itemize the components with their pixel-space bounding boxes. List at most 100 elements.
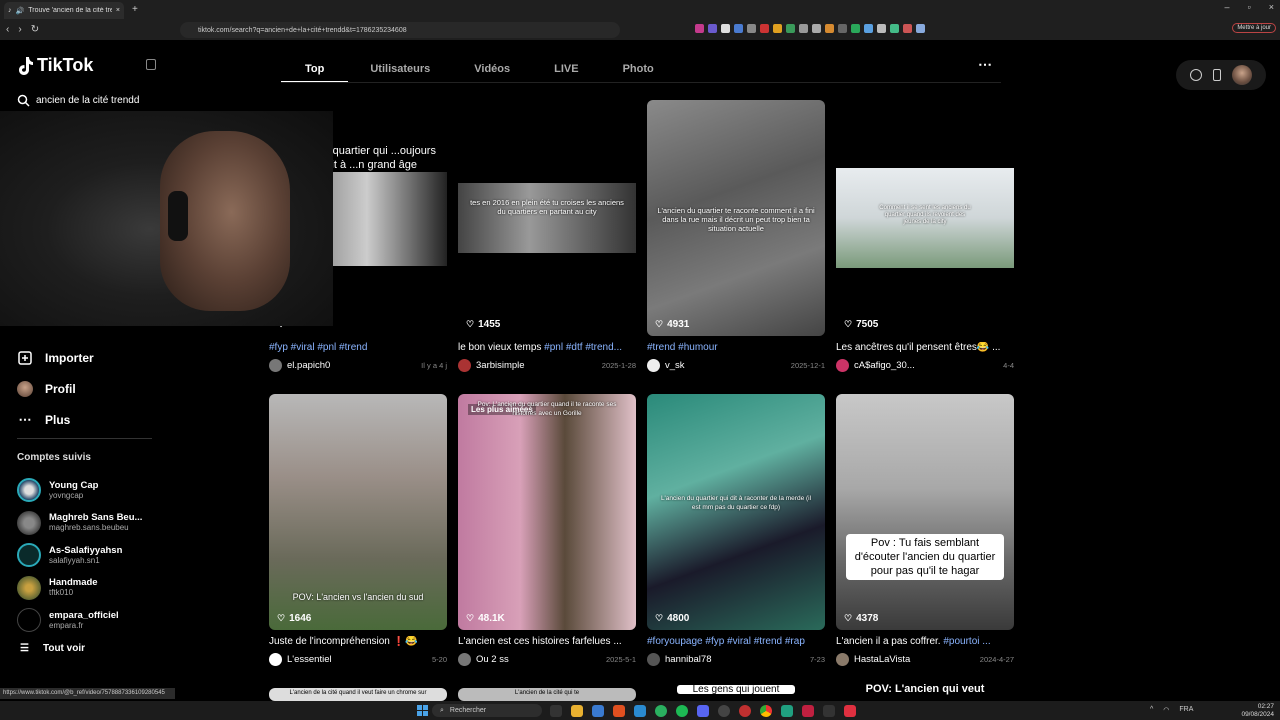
see-all-button[interactable]: ☰ Tout voir [20,643,85,654]
following-item[interactable]: As-Salafiyyahsn salafiyyah.sn1 [17,539,217,572]
video-description[interactable]: #fyp #viral #pnl #trend [269,342,447,355]
extension-icon[interactable] [734,24,743,33]
video-description[interactable]: L'ancien il a pas coffrer. #pourtoi ... [836,636,1014,649]
avatar[interactable] [836,359,849,372]
taskbar-search[interactable]: ⌕ Rechercher [432,704,542,717]
maximize-icon[interactable]: ▫ [1248,2,1251,12]
following-item[interactable]: Handmade tftk010 [17,572,217,605]
minimize-icon[interactable]: – [1225,2,1230,12]
search-input[interactable]: ancien de la cité trendd [11,86,161,114]
app-icon[interactable] [634,705,646,717]
language-indicator[interactable]: FRA [1179,706,1193,714]
tab-top[interactable]: Top [281,55,349,83]
windows-start-icon[interactable] [417,705,428,716]
video-description[interactable]: #trend #humour [647,342,825,355]
opera-icon[interactable] [739,705,751,717]
close-tab-icon[interactable]: × [116,7,120,14]
video-description[interactable]: Les ancêtres qu'il pensent êtres😂 ... [836,342,1014,355]
video-card[interactable]: L'ancien de la cité qui te [458,688,636,701]
video-card[interactable]: Comment il se sent les anciens du quarti… [836,100,1014,372]
extension-icon[interactable] [773,24,782,33]
app-icon[interactable] [781,705,793,717]
explore-icon[interactable] [1189,69,1202,81]
extension-icon[interactable] [825,24,834,33]
author-name[interactable]: HastaLaVista [854,654,975,665]
sidebar-item-profil[interactable]: Profil [17,373,94,404]
collapse-sidebar-icon[interactable] [146,59,156,70]
video-thumbnail[interactable]: Les plus aimées Pov: L'ancien du quartie… [458,394,636,630]
tab-users[interactable]: Utilisateurs [348,55,452,83]
video-card[interactable]: POV: L'ancien vs l'ancien du sud ♡ 1646 J… [269,394,447,666]
extension-icon[interactable] [877,24,886,33]
avatar[interactable] [836,653,849,666]
video-thumbnail[interactable]: L'ancien du quartier qui dit à raconter … [647,394,825,630]
extension-icon[interactable] [786,24,795,33]
update-button[interactable]: Mettre à jour [1232,23,1276,33]
reload-icon[interactable]: ↻ [31,24,39,35]
video-thumbnail[interactable]: Comment il se sent les anciens du quarti… [836,100,1014,336]
extension-icon[interactable] [890,24,899,33]
video-card[interactable]: L'ancien du quartier qui dit à raconter … [647,394,825,666]
spotify-icon[interactable] [676,705,688,717]
forward-icon[interactable]: › [18,24,21,35]
extension-icon[interactable] [721,24,730,33]
author-name[interactable]: L'essentiel [287,654,427,665]
following-item[interactable]: empara_officiel empara.fr [17,604,217,637]
video-description[interactable]: le bon vieux temps #pnl #dtf #trend... [458,342,636,355]
app-icon[interactable] [823,705,835,717]
video-description[interactable]: #foryoupage #fyp #viral #trend #rap [647,636,825,649]
extension-icon[interactable] [864,24,873,33]
whatsapp-icon[interactable] [655,705,667,717]
discord-icon[interactable] [697,705,709,717]
avatar[interactable] [269,359,282,372]
extension-icon[interactable] [916,24,925,33]
sidebar-item-plus[interactable]: ⋯ Plus [17,404,94,435]
extension-icon[interactable] [747,24,756,33]
sidebar-item-importer[interactable]: Importer [17,342,94,373]
brave-icon[interactable] [613,705,625,717]
extension-icon[interactable] [812,24,821,33]
video-thumbnail[interactable]: L'ancien de la cité quand il veut faire … [269,688,447,701]
extension-icon[interactable] [799,24,808,33]
more-options-icon[interactable]: ⋯ [978,56,992,73]
tab-live[interactable]: LIVE [532,55,600,83]
extension-icon[interactable] [851,24,860,33]
video-thumbnail[interactable]: L'ancien de la cité qui te [458,688,636,701]
back-icon[interactable]: ‹ [6,24,9,35]
wifi-icon[interactable]: ◠ [1163,706,1169,714]
app-icon[interactable] [592,705,604,717]
avatar[interactable] [647,359,660,372]
tab-photo[interactable]: Photo [601,55,676,83]
video-card[interactable]: POV: L'ancien qui veut [836,682,1014,701]
avatar[interactable] [458,359,471,372]
url-bar[interactable]: tiktok.com/search?q=ancien+de+la+cité+tr… [180,22,620,38]
avatar[interactable] [647,653,660,666]
video-thumbnail[interactable]: POV: L'ancien vs l'ancien du sud ♡ 1646 [269,394,447,630]
author-name[interactable]: 3arbisimple [476,360,597,371]
mobile-app-icon[interactable] [1212,69,1221,81]
browser-tab[interactable]: ♪ 🔊 Trouve 'ancien de la cité tren... × [4,2,124,19]
chevron-up-icon[interactable]: ^ [1150,706,1153,714]
author-name[interactable]: hannibal78 [665,654,805,665]
video-card[interactable]: Les plus aimées Pov: L'ancien du quartie… [458,394,636,666]
following-item[interactable]: Young Cap yovngcap [17,474,217,507]
close-window-icon[interactable]: × [1269,2,1274,12]
extension-icon[interactable] [760,24,769,33]
video-thumbnail[interactable]: Les gens qui jouent [647,682,825,701]
avatar[interactable] [269,653,282,666]
video-thumbnail[interactable]: L'ancien du quartier te raconte comment … [647,100,825,336]
video-thumbnail[interactable]: POV: L'ancien qui veut [836,682,1014,701]
app-icon[interactable] [802,705,814,717]
video-description[interactable]: L'ancien est ces histoires farfelues ... [458,636,636,649]
extension-icon[interactable] [838,24,847,33]
app-icon[interactable] [844,705,856,717]
tab-videos[interactable]: Vidéos [452,55,532,83]
video-card[interactable]: L'ancien du quartier te raconte comment … [647,100,825,372]
extension-icon[interactable] [903,24,912,33]
avatar[interactable] [458,653,471,666]
following-item[interactable]: Maghreb Sans Beu... maghreb.sans.beubeu [17,507,217,540]
author-name[interactable]: v_sk [665,360,786,371]
clock[interactable]: 02:27 09/08/2024 [1241,703,1274,719]
video-description[interactable]: Juste de l'incompréhension ❗😂 [269,636,447,649]
video-card[interactable]: tes en 2016 en plein été tu croises les … [458,100,636,372]
